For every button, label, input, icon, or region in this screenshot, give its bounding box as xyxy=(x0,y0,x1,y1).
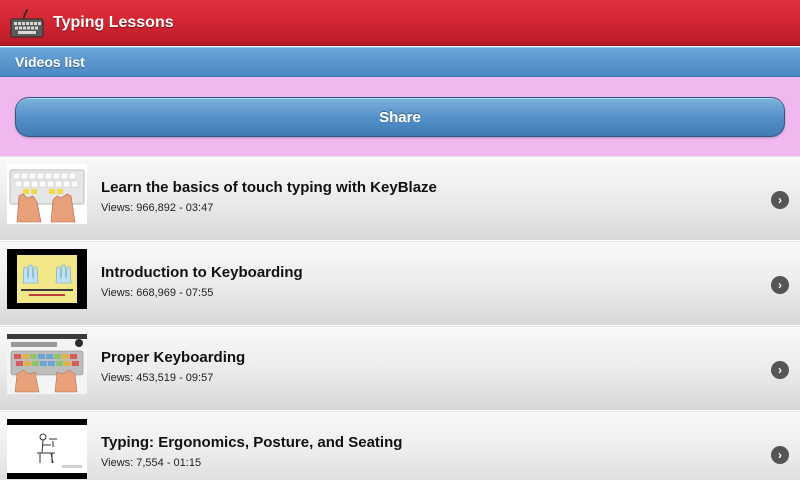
share-button[interactable]: Share xyxy=(15,97,785,137)
chevron-right-icon[interactable]: › xyxy=(771,276,789,294)
video-title: Typing: Ergonomics, Posture, and Seating xyxy=(101,434,403,451)
section-title: Videos list xyxy=(15,54,85,70)
video-meta: Views: 7,554 - 01:15 xyxy=(101,457,202,469)
video-thumbnail xyxy=(7,164,87,224)
section-header: Videos list xyxy=(0,47,800,77)
keyboard-icon xyxy=(9,5,45,41)
video-meta: Views: 668,969 - 07:55 xyxy=(101,287,214,299)
video-title: Introduction to Keyboarding xyxy=(101,264,303,281)
chevron-right-icon[interactable]: › xyxy=(771,191,789,209)
video-meta: Views: 966,892 - 03:47 xyxy=(101,202,214,214)
chevron-right-icon[interactable]: › xyxy=(771,361,789,379)
video-title: Proper Keyboarding xyxy=(101,349,246,366)
video-thumbnail xyxy=(7,334,87,394)
video-meta: Views: 453,519 - 09:57 xyxy=(101,372,214,384)
video-thumbnail xyxy=(7,419,87,479)
app-title-bar: Typing Lessons xyxy=(0,0,800,46)
chevron-right-icon[interactable]: › xyxy=(771,446,789,464)
app-title: Typing Lessons xyxy=(53,13,174,31)
video-item-3[interactable]: Proper Keyboarding Views: 453,519 - 09:5… xyxy=(0,326,800,411)
video-title: Learn the basics of touch typing with Ke… xyxy=(101,179,437,196)
share-area: Share xyxy=(0,77,800,156)
videos-list: Learn the basics of touch typing with Ke… xyxy=(0,156,800,480)
video-item-1[interactable]: Learn the basics of touch typing with Ke… xyxy=(0,156,800,241)
video-item-2[interactable]: Introduction to Keyboarding Views: 668,9… xyxy=(0,241,800,326)
video-thumbnail xyxy=(7,249,87,309)
video-item-4[interactable]: Typing: Ergonomics, Posture, and Seating… xyxy=(0,411,800,480)
